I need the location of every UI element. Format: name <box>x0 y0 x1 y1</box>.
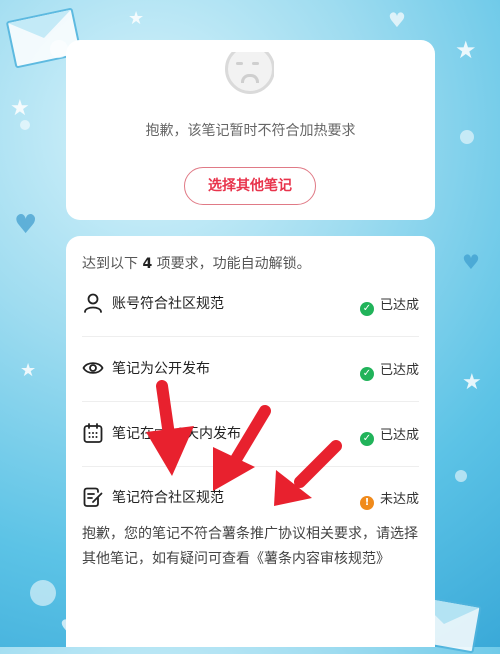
warning-icon: ! <box>359 496 374 510</box>
check-icon: ✓ <box>359 432 374 446</box>
select-other-note-button[interactable]: 选择其他笔记 <box>184 167 316 205</box>
check-icon: ✓ <box>359 367 374 381</box>
person-icon <box>84 293 102 313</box>
star-icon: ★ <box>462 370 482 395</box>
annotation-arrow-icon <box>274 440 342 506</box>
ineligible-notice: 抱歉，该笔记暂时不符合加热要求 <box>145 123 356 139</box>
bubble-decoration <box>20 120 30 130</box>
requirement-label: 笔记为公开发布 <box>112 361 210 377</box>
sad-face-icon <box>224 52 274 94</box>
heart-icon: ♥ <box>462 250 480 274</box>
bubble-decoration <box>455 470 467 482</box>
status-badge: ! 未达成 <box>359 488 419 510</box>
star-icon: ★ <box>10 96 30 121</box>
status-badge: ✓ 已达成 <box>359 424 419 446</box>
note-edit-icon <box>83 487 103 507</box>
check-icon: ✓ <box>359 302 374 316</box>
bubble-decoration <box>30 580 56 606</box>
calendar-icon <box>83 423 103 443</box>
star-icon: ★ <box>128 8 145 29</box>
intro-suffix: 项要求，功能自动解锁。 <box>156 256 311 272</box>
status-text: 已达成 <box>379 428 419 443</box>
intro-prefix: 达到以下 <box>82 256 138 272</box>
requirement-label: 账号符合社区规范 <box>112 296 224 312</box>
status-text: 未达成 <box>379 492 419 507</box>
heart-icon: ♥ <box>14 210 38 240</box>
requirement-row: 账号符合社区规范 ✓ 已达成 <box>66 272 435 336</box>
status-text: 已达成 <box>379 363 419 378</box>
status-badge: ✓ 已达成 <box>359 359 419 381</box>
requirements-intro: 达到以下 4 项要求，功能自动解锁。 <box>82 253 311 273</box>
star-icon: ★ <box>455 36 477 64</box>
annotation-arrow-icon <box>146 380 194 476</box>
star-icon: ★ <box>20 360 37 381</box>
bubble-decoration <box>460 130 474 144</box>
status-badge: ✓ 已达成 <box>359 294 419 316</box>
status-text: 已达成 <box>379 298 419 313</box>
failure-message: 抱歉，您的笔记不符合薯条推广协议相关要求，请选择其他笔记，如有疑问可查看《薯条内… <box>82 526 418 567</box>
requirement-row: 笔记为公开发布 ✓ 已达成 <box>66 337 435 401</box>
requirement-count: 4 <box>142 256 153 272</box>
heart-icon: ♥ <box>388 8 406 32</box>
eye-icon <box>82 362 104 374</box>
annotation-arrow-icon <box>213 405 271 491</box>
